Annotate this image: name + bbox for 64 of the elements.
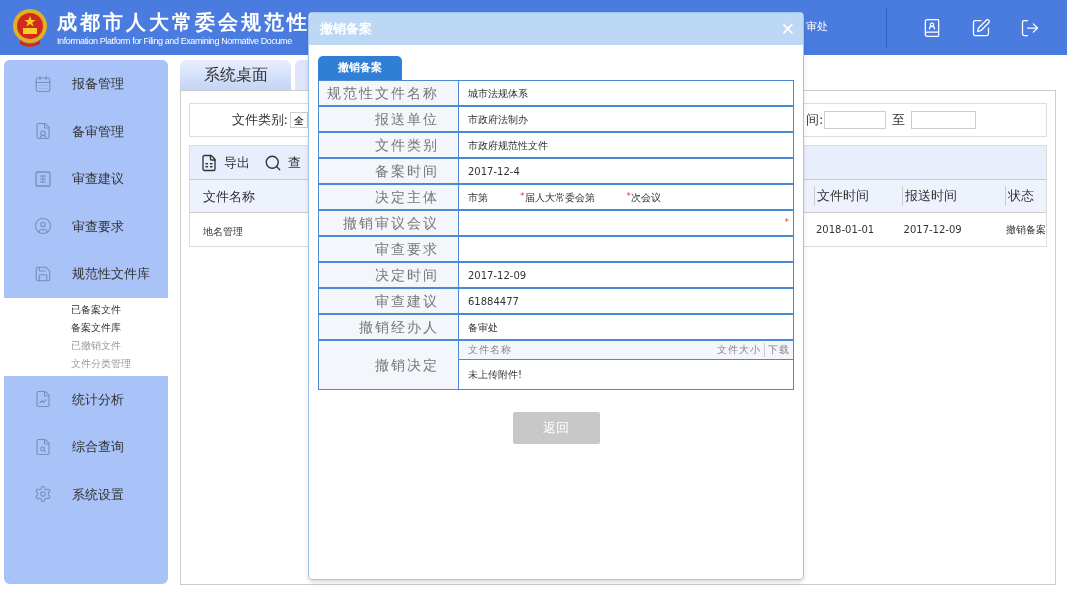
field-label: 决定时间 [319, 263, 459, 287]
field-value: 城市法规体系 [468, 86, 528, 101]
field-value: 备审处 [468, 320, 498, 335]
column-header: 报送时间 [902, 186, 1005, 206]
search-icon [264, 153, 282, 172]
table-cell: 地名管理 [203, 225, 243, 237]
required-mark: * [626, 190, 631, 202]
settings-icon [34, 485, 52, 504]
chart-document-icon [34, 390, 52, 409]
column-header: 文件名称 [203, 189, 255, 204]
required-mark: * [784, 216, 789, 230]
field-value: 61884477 [468, 294, 519, 309]
field-label: 撤销决定 [319, 341, 459, 389]
site-subtitle: Information Platform for Filing and Examining Normative Docume [57, 34, 292, 47]
field-label: 撤销经办人 [319, 315, 459, 339]
field-value: 市政府法制办 [468, 112, 528, 127]
floppy-icon [34, 264, 52, 283]
date-to-field[interactable] [911, 111, 977, 129]
field-value: 次会议 [631, 190, 661, 205]
spreadsheet-icon [200, 153, 218, 172]
category-select[interactable]: 全 [290, 112, 308, 128]
field-value: 市政府规范性文件 [468, 138, 548, 153]
user-unit: 审处 [806, 19, 828, 36]
field-value: 2017-12-4 [468, 164, 520, 179]
range-separator: 至 [892, 111, 906, 130]
dialog-title: 撤销备案 [320, 20, 372, 39]
field-value: 届人大常委会第 [524, 190, 595, 205]
emblem-drawing [12, 7, 48, 48]
field-label: 决定主体 [319, 185, 459, 209]
section-tab[interactable]: 撤销备案 [318, 56, 402, 80]
submenu-item[interactable]: 已备案文件 [71, 300, 168, 319]
column-header: 下载 [764, 342, 793, 358]
stamp-icon [34, 169, 52, 188]
field-label: 撤销审议会议 [319, 211, 459, 235]
empty-message: 未上传附件! [468, 368, 522, 382]
calendar-icon [34, 74, 52, 93]
document-user-icon [34, 122, 52, 141]
field-label: 审查要求 [319, 237, 459, 261]
user-icon [34, 217, 52, 236]
table-cell-text: 2017-12-09 [903, 223, 963, 237]
filter-label: 间: [806, 111, 824, 130]
field-label: 文件类别 [319, 133, 459, 157]
column-header: 文件名称 [467, 342, 513, 357]
table-cell-text: 2018-01-01 [816, 223, 876, 237]
document-search-icon [34, 437, 52, 456]
table-cell-text: 撤销备案 [1006, 223, 1046, 237]
field-value: 市第 [468, 190, 488, 205]
toolbar-button[interactable]: 查 [264, 152, 301, 173]
submenu-item[interactable]: 备案文件库 [71, 318, 168, 337]
field-value: 2017-12-09 [468, 268, 527, 283]
date-from-field[interactable] [824, 111, 887, 129]
column-header: 文件时间 [814, 186, 902, 206]
column-header: 文件大小 [717, 342, 762, 357]
site-title: 成都市人大常委会规范性 [57, 8, 310, 35]
toolbar-button[interactable]: 导出 [200, 152, 250, 173]
required-mark: * [520, 190, 525, 204]
edit-button[interactable] [970, 16, 992, 39]
tab[interactable]: 系统桌面 [180, 60, 291, 90]
field-label: 审查建议 [319, 289, 459, 313]
filter-label: 文件类别: [231, 111, 288, 130]
field-label: 报送单位 [319, 107, 459, 131]
field-label: 备案时间 [319, 159, 459, 183]
column-header: 状态 [1005, 186, 1046, 206]
field-label: 规范性文件名称 [319, 81, 459, 105]
